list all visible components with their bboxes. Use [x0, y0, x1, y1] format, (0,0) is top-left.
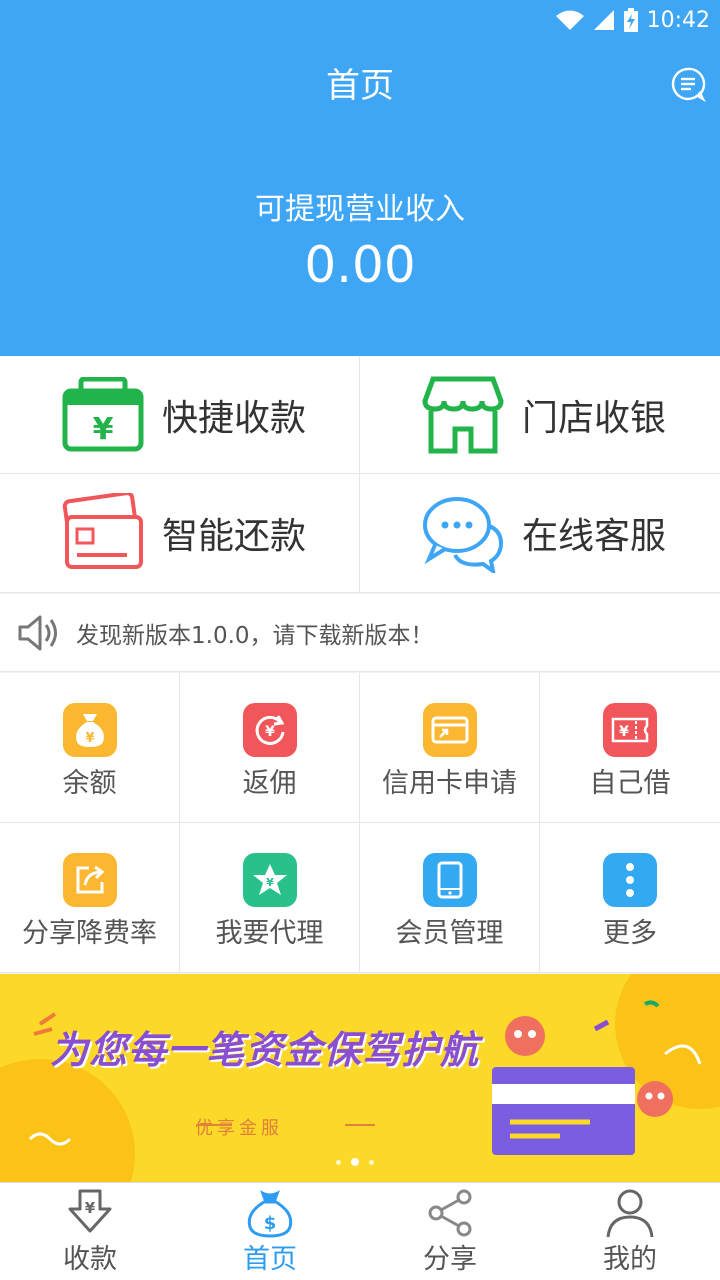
svg-text:¥: ¥	[619, 724, 629, 740]
nav-share[interactable]: 分享	[360, 1183, 540, 1280]
carousel-dot-active[interactable]	[351, 1158, 359, 1166]
share-rate-button[interactable]: 分享降费率	[0, 823, 180, 973]
more-icon	[603, 853, 657, 907]
svg-text:$: $	[264, 1213, 277, 1234]
smart-repay-button[interactable]: 智能还款	[0, 474, 360, 593]
card-apply-label: 信用卡申请	[382, 768, 517, 799]
share-rate-label: 分享降费率	[22, 918, 157, 949]
notice-bar[interactable]: 发现新版本1.0.0，请下载新版本！	[0, 594, 720, 672]
self-loan-button[interactable]: ¥ 自己借	[540, 673, 720, 823]
speaker-icon	[18, 615, 57, 650]
home-screen: 10:42 首页 可提现营业收入 0.00 ¥ 快捷收款 门店收银 智能还款 在…	[0, 0, 720, 1280]
share-icon	[62, 853, 117, 907]
more-label: 更多	[603, 918, 657, 949]
rebate-label: 返佣	[242, 768, 297, 799]
svg-text:¥: ¥	[93, 412, 114, 447]
main-actions: ¥ 快捷收款 门店收银 智能还款 在线客服	[0, 356, 720, 593]
carousel-dot[interactable]	[369, 1159, 374, 1165]
svg-text:¥: ¥	[85, 731, 94, 746]
nav-receive[interactable]: ¥ 收款	[0, 1183, 180, 1280]
nav-home-label: 首页	[243, 1244, 297, 1275]
signal-icon	[593, 10, 614, 30]
nav-mine-label: 我的	[603, 1244, 657, 1275]
share-nodes-icon	[422, 1187, 478, 1239]
status-bar: 10:42	[0, 0, 720, 40]
wifi-icon	[555, 10, 584, 30]
phone-icon	[422, 853, 477, 907]
status-time: 10:42	[646, 7, 710, 33]
quick-receive-label: 快捷收款	[162, 397, 307, 439]
more-button[interactable]: 更多	[540, 823, 720, 973]
nav-receive-label: 收款	[63, 1244, 117, 1275]
ticket-icon: ¥	[603, 703, 657, 757]
nav-share-label: 分享	[423, 1244, 477, 1275]
carousel-dots	[336, 1158, 374, 1166]
store-icon	[418, 373, 508, 457]
message-icon[interactable]	[670, 66, 706, 102]
income-value: 0.00	[304, 236, 416, 294]
card-apply-icon	[422, 703, 477, 757]
card-apply-button[interactable]: 信用卡申请	[360, 673, 540, 823]
promo-banner[interactable]: 为您每一笔资金保驾护航 优享金服	[0, 974, 720, 1182]
banner-subtitle: 优享金服	[195, 1118, 283, 1139]
notice-text: 发现新版本1.0.0，请下载新版本！	[76, 622, 434, 649]
balance-label: 余额	[62, 768, 117, 799]
rebate-button[interactable]: ¥ 返佣	[180, 673, 360, 823]
chat-bubble-icon	[418, 491, 508, 575]
svg-text:¥: ¥	[266, 876, 274, 889]
carousel-dot[interactable]	[336, 1159, 341, 1165]
receive-icon: ¥	[62, 1187, 118, 1239]
agent-star-icon: ¥	[242, 853, 297, 907]
svg-text:¥: ¥	[85, 1199, 96, 1217]
online-service-button[interactable]: 在线客服	[360, 474, 720, 593]
agent-button[interactable]: ¥ 我要代理	[180, 823, 360, 973]
rebate-icon: ¥	[242, 703, 297, 757]
smart-repay-label: 智能还款	[162, 516, 307, 557]
member-manage-button[interactable]: 会员管理	[360, 823, 540, 973]
banner-decoration	[0, 974, 720, 1182]
store-cashier-label: 门店收银	[522, 397, 667, 439]
member-manage-label: 会员管理	[395, 918, 504, 949]
banner-slogan: 为您每一笔资金保驾护航	[50, 1028, 480, 1072]
home-money-bag-icon: $	[242, 1187, 298, 1239]
self-loan-label: 自己借	[589, 768, 671, 799]
balance-button[interactable]: ¥ 余额	[0, 673, 180, 823]
svg-text:¥: ¥	[265, 724, 275, 740]
battery-icon	[623, 8, 638, 32]
online-service-label: 在线客服	[522, 516, 667, 557]
quick-receive-button[interactable]: ¥ 快捷收款	[0, 356, 360, 474]
page-title: 首页	[326, 66, 394, 106]
bottom-nav: ¥ 收款 $ 首页 分享 我的	[0, 1182, 720, 1280]
credit-card-icon	[58, 491, 148, 575]
feature-grid: ¥ 余额 ¥ 返佣 信用卡申请 ¥ 自己借 分享降费率 ¥ 我要代理 会员管理 …	[0, 673, 720, 973]
cashier-bag-icon: ¥	[58, 373, 148, 457]
money-bag-icon: ¥	[62, 703, 117, 757]
income-label: 可提现营业收入	[255, 192, 465, 227]
user-icon	[602, 1187, 658, 1239]
store-cashier-button[interactable]: 门店收银	[360, 356, 720, 474]
header: 首页 可提现营业收入 0.00	[0, 40, 720, 356]
nav-home[interactable]: $ 首页	[180, 1183, 360, 1280]
nav-mine[interactable]: 我的	[540, 1183, 720, 1280]
agent-label: 我要代理	[215, 918, 324, 949]
